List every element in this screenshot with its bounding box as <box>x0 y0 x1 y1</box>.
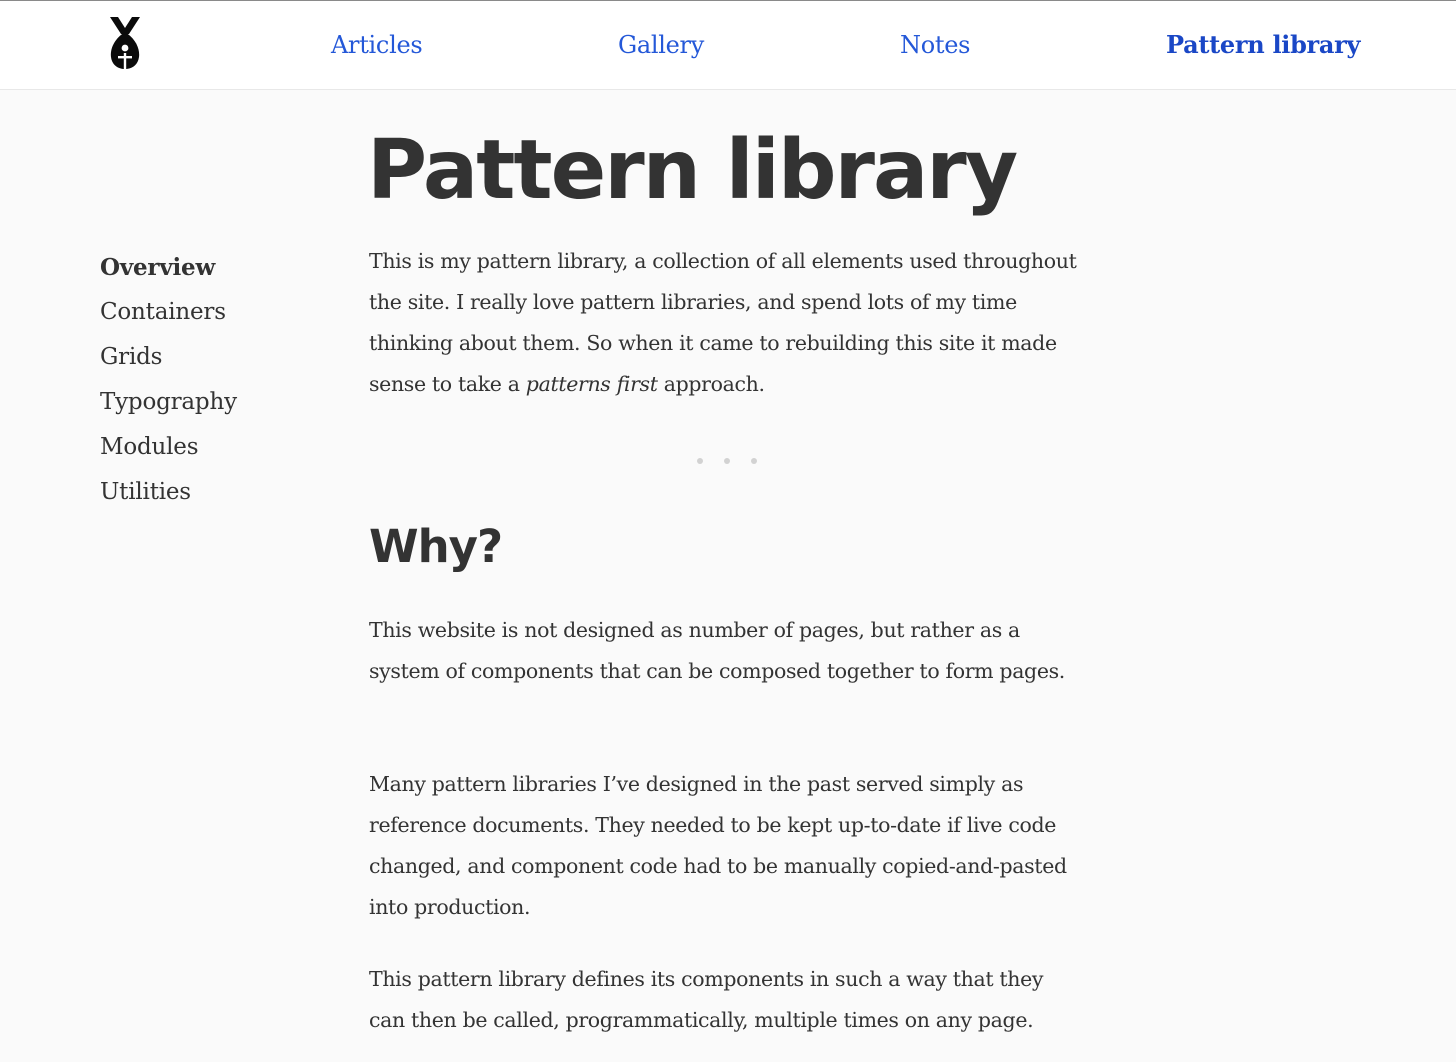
intro-text-end: approach. <box>657 372 765 396</box>
sidebar-item-grids[interactable]: Grids <box>100 335 237 380</box>
nav-link-notes[interactable]: Notes <box>900 29 970 61</box>
nav-link-pattern-library[interactable]: Pattern library <box>1166 29 1360 61</box>
sidebar-item-modules[interactable]: Modules <box>100 425 237 470</box>
nav-link-articles[interactable]: Articles <box>331 29 423 61</box>
divider-dot <box>751 458 757 464</box>
site-header: Articles Gallery Notes Pattern library <box>0 1 1456 90</box>
sidebar-item-utilities[interactable]: Utilities <box>100 470 237 515</box>
nav-link-gallery[interactable]: Gallery <box>618 29 704 61</box>
section-divider <box>697 458 757 464</box>
intro-paragraph: This is my pattern library, a collection… <box>369 241 1085 405</box>
sidebar-item-containers[interactable]: Containers <box>100 290 237 335</box>
page-title: Pattern library <box>367 123 1018 218</box>
intro-emphasis: patterns first <box>525 372 658 396</box>
sidebar-item-overview[interactable]: Overview <box>100 245 237 290</box>
body-paragraph: This pattern library defines its compone… <box>369 967 1044 1032</box>
divider-dot <box>697 458 703 464</box>
body-paragraph: Many pattern libraries I’ve designed in … <box>369 772 1067 919</box>
bunny-logo-icon[interactable] <box>106 15 144 71</box>
divider-dot <box>724 458 730 464</box>
sidebar-nav: Overview Containers Grids Typography Mod… <box>100 245 237 515</box>
section-heading: Why? <box>369 520 503 573</box>
body-paragraph: This website is not designed as number o… <box>369 618 1065 683</box>
sidebar-item-typography[interactable]: Typography <box>100 380 237 425</box>
